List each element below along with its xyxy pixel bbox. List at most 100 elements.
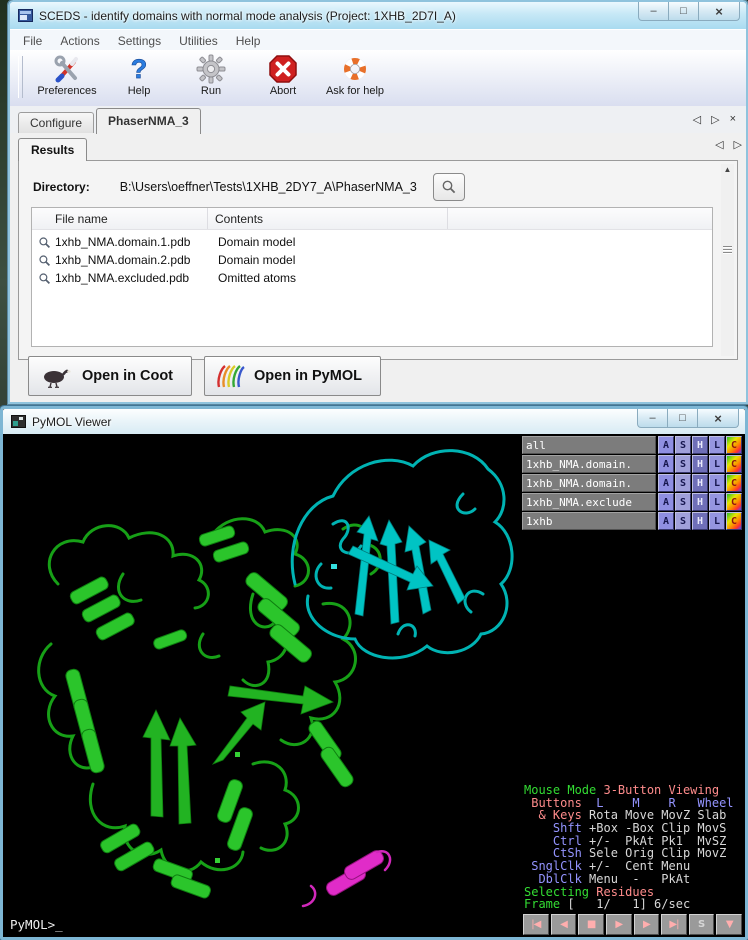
play-button[interactable]: ▶ bbox=[606, 914, 632, 935]
search-icon bbox=[441, 179, 457, 195]
object-a-button[interactable]: A bbox=[658, 474, 674, 492]
object-h-button[interactable]: H bbox=[692, 455, 708, 473]
object-l-button[interactable]: L bbox=[709, 512, 725, 530]
object-l-button[interactable]: L bbox=[709, 474, 725, 492]
object-list: allASHLC1xhb_NMA.domain.ASHLC1xhb_NMA.do… bbox=[522, 436, 743, 531]
object-name[interactable]: 1xhb_NMA.exclude bbox=[522, 493, 656, 511]
object-s-button[interactable]: S bbox=[675, 493, 691, 511]
object-a-button[interactable]: A bbox=[658, 512, 674, 530]
object-name[interactable]: 1xhb_NMA.domain. bbox=[522, 455, 656, 473]
close-button[interactable]: × bbox=[698, 2, 740, 21]
minimize-button[interactable]: – bbox=[638, 2, 669, 21]
file-table: File name Contents 1xhb_NMA.domain.1.pdb… bbox=[31, 207, 713, 347]
run-button[interactable]: Run bbox=[175, 54, 247, 97]
pymol-command-prompt[interactable]: PyMOL>_ bbox=[10, 917, 63, 932]
object-name[interactable]: 1xhb bbox=[522, 512, 656, 530]
abort-button[interactable]: Abort bbox=[247, 54, 319, 97]
table-row[interactable]: 1xhb_NMA.domain.2.pdbDomain model bbox=[32, 251, 712, 269]
skip-end-button[interactable]: ▶| bbox=[661, 914, 687, 935]
tab-close-icon[interactable]: × bbox=[730, 113, 736, 126]
sceds-window-title: SCEDS - identify domains with normal mod… bbox=[39, 9, 456, 23]
file-name-cell: 1xhb_NMA.domain.1.pdb bbox=[53, 235, 210, 249]
menu-help[interactable]: Help bbox=[227, 32, 270, 50]
object-a-button[interactable]: A bbox=[658, 455, 674, 473]
column-header-file-name[interactable]: File name bbox=[32, 208, 208, 229]
column-header-contents[interactable]: Contents bbox=[208, 208, 448, 229]
molecule-viewport[interactable]: PyMOL>_ bbox=[3, 434, 520, 937]
sceds-titlebar[interactable]: SCEDS - identify domains with normal mod… bbox=[10, 2, 746, 29]
menu-bar: FileActionsSettingsUtilitiesHelp bbox=[10, 29, 746, 52]
object-a-button[interactable]: A bbox=[658, 493, 674, 511]
maximize-button[interactable]: □ bbox=[667, 409, 698, 428]
minimize-button[interactable]: – bbox=[637, 409, 668, 428]
lifebuoy-icon bbox=[340, 54, 370, 84]
tab-next-arrow-icon[interactable]: ▷ bbox=[711, 113, 719, 126]
table-row[interactable]: 1xhb_NMA.excluded.pdbOmitted atoms bbox=[32, 269, 712, 287]
menu-settings[interactable]: Settings bbox=[109, 32, 170, 50]
menu-actions[interactable]: Actions bbox=[51, 32, 108, 50]
tab-results[interactable]: Results bbox=[18, 138, 87, 161]
scroll-up-icon[interactable]: ▲ bbox=[724, 165, 732, 174]
object-s-button[interactable]: S bbox=[675, 455, 691, 473]
ask-for-help-button[interactable]: Ask for help bbox=[319, 54, 391, 97]
protein-ribbon-render bbox=[3, 434, 520, 937]
object-c-button[interactable]: C bbox=[726, 474, 742, 492]
magnifier-icon bbox=[38, 272, 53, 285]
object-row: 1xhbASHLC bbox=[522, 512, 743, 530]
results-scrollbar[interactable]: ▲ bbox=[721, 164, 734, 356]
menu-utilities[interactable]: Utilities bbox=[170, 32, 227, 50]
object-c-button[interactable]: C bbox=[726, 493, 742, 511]
help-button[interactable]: ? Help bbox=[103, 54, 175, 97]
open-in-pymol-button[interactable]: Open in PyMOL bbox=[204, 356, 381, 396]
step-back-button[interactable]: ◀ bbox=[551, 914, 577, 935]
close-button[interactable]: × bbox=[697, 409, 739, 428]
object-s-button[interactable]: S bbox=[675, 474, 691, 492]
open-in-coot-button[interactable]: Open in Coot bbox=[28, 356, 192, 396]
playback-controls: |◀◀■▶▶▶|S▼ bbox=[522, 914, 743, 935]
object-c-button[interactable]: C bbox=[726, 455, 742, 473]
object-h-button[interactable]: H bbox=[692, 436, 708, 454]
results-next-arrow-icon[interactable]: ▷ bbox=[734, 138, 742, 151]
toolbar-label: Preferences bbox=[37, 85, 96, 97]
browse-directory-button[interactable] bbox=[433, 173, 465, 201]
object-s-button[interactable]: S bbox=[675, 436, 691, 454]
menu-down-button[interactable]: ▼ bbox=[716, 914, 742, 935]
results-prev-arrow-icon[interactable]: ◁ bbox=[715, 138, 723, 151]
file-name-cell: 1xhb_NMA.excluded.pdb bbox=[53, 271, 210, 285]
abort-icon bbox=[268, 54, 298, 84]
object-h-button[interactable]: H bbox=[692, 512, 708, 530]
object-l-button[interactable]: L bbox=[709, 436, 725, 454]
phasernma-page: Results ◁ ▷ Directory: B:\Users\oeffner\… bbox=[10, 133, 746, 402]
maximize-button[interactable]: □ bbox=[668, 2, 699, 21]
tab-phasernma-3[interactable]: PhaserNMA_3 bbox=[96, 108, 201, 134]
menu-file[interactable]: File bbox=[14, 32, 51, 50]
object-a-button[interactable]: A bbox=[658, 436, 674, 454]
tab-configure[interactable]: Configure bbox=[18, 112, 94, 133]
pymol-titlebar[interactable]: PyMOL Viewer –□× bbox=[3, 409, 745, 434]
toolbar-grip[interactable] bbox=[18, 56, 23, 98]
svg-text:?: ? bbox=[131, 54, 148, 84]
object-l-button[interactable]: L bbox=[709, 455, 725, 473]
table-row[interactable]: 1xhb_NMA.domain.1.pdbDomain model bbox=[32, 233, 712, 251]
object-name[interactable]: all bbox=[522, 436, 656, 454]
object-l-button[interactable]: L bbox=[709, 493, 725, 511]
skip-start-button[interactable]: |◀ bbox=[523, 914, 549, 935]
stop-button[interactable]: ■ bbox=[578, 914, 604, 935]
tab-nav: ◁ ▷ × bbox=[693, 113, 736, 126]
pymol-side-panel: allASHLC1xhb_NMA.domain.ASHLC1xhb_NMA.do… bbox=[520, 434, 745, 937]
object-h-button[interactable]: H bbox=[692, 493, 708, 511]
object-name[interactable]: 1xhb_NMA.domain. bbox=[522, 474, 656, 492]
button-label: Open in PyMOL bbox=[254, 368, 362, 384]
object-c-button[interactable]: C bbox=[726, 436, 742, 454]
preferences-button[interactable]: Preferences bbox=[31, 54, 103, 97]
tab-prev-arrow-icon[interactable]: ◁ bbox=[693, 113, 701, 126]
mouse-panel-text: Frame bbox=[524, 897, 567, 911]
object-s-button[interactable]: S bbox=[675, 512, 691, 530]
scrollbar-grip[interactable] bbox=[723, 246, 732, 255]
mouse-panel-text: [ 1/ 1] 6/sec bbox=[567, 897, 690, 911]
object-c-button[interactable]: C bbox=[726, 512, 742, 530]
scene-button[interactable]: S bbox=[689, 914, 715, 935]
object-h-button[interactable]: H bbox=[692, 474, 708, 492]
results-tab-nav: ◁ ▷ bbox=[715, 138, 742, 151]
step-forward-button[interactable]: ▶ bbox=[634, 914, 660, 935]
